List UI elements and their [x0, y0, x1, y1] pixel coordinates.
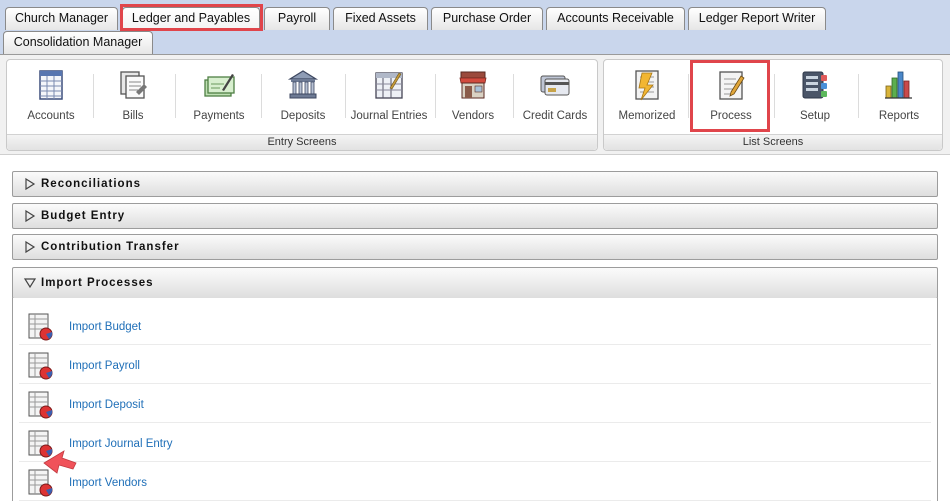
journal-entries-label: Journal Entries: [350, 110, 428, 122]
list-item-import-vendors[interactable]: Import Vendors: [19, 462, 931, 501]
reports-button[interactable]: Reports: [862, 66, 936, 124]
toolbar-divider: [261, 74, 262, 118]
tab-payroll[interactable]: Payroll: [264, 7, 330, 30]
list-item-import-deposit[interactable]: Import Deposit: [19, 384, 931, 423]
section-contribution-transfer[interactable]: Contribution Transfer: [12, 234, 938, 260]
section-import-processes[interactable]: Import Processes: [12, 267, 938, 299]
memorized-button[interactable]: Memorized: [610, 66, 684, 124]
tab-accounts-receivable[interactable]: Accounts Receivable: [546, 7, 685, 30]
section-budget-entry[interactable]: Budget Entry: [12, 203, 938, 229]
tab-fixed-assets[interactable]: Fixed Assets: [333, 7, 428, 30]
payments-label: Payments: [193, 110, 245, 122]
tab-church-manager[interactable]: Church Manager: [5, 7, 118, 30]
toolbar-divider: [93, 74, 94, 118]
import-payroll-link[interactable]: Import Payroll: [69, 360, 140, 372]
process-button[interactable]: Process: [694, 66, 768, 124]
import-file-icon: [28, 352, 53, 380]
toolbar-divider: [688, 74, 689, 118]
collapsed-triangle-icon: [25, 209, 36, 223]
toolbar-divider: [513, 74, 514, 118]
vendors-label: Vendors: [451, 110, 495, 122]
setup-button[interactable]: Setup: [778, 66, 852, 124]
collapsed-triangle-icon: [25, 177, 36, 191]
import-journal-entry-link[interactable]: Import Journal Entry: [69, 438, 173, 450]
storefront-icon: [459, 71, 487, 99]
process-label: Process: [710, 110, 752, 122]
toolbar-divider: [858, 74, 859, 118]
collapsed-triangle-icon: [25, 240, 36, 254]
process-icon: [719, 71, 745, 100]
import-vendors-link[interactable]: Import Vendors: [69, 477, 147, 489]
section-title: Budget Entry: [41, 210, 126, 222]
module-tab-bar: Church Manager Ledger and Payables Payro…: [0, 0, 950, 55]
toolbar-divider: [175, 74, 176, 118]
section-title: Import Processes: [41, 277, 154, 289]
toolbar-divider: [435, 74, 436, 118]
section-title: Contribution Transfer: [41, 241, 180, 253]
accounts-label: Accounts: [27, 110, 75, 122]
tab-ledger-report-writer[interactable]: Ledger Report Writer: [688, 7, 826, 30]
deposits-label: Deposits: [280, 110, 326, 122]
setup-icon: [802, 71, 827, 99]
import-budget-link[interactable]: Import Budget: [69, 321, 141, 333]
import-file-icon: [28, 391, 53, 419]
list-item-import-payroll[interactable]: Import Payroll: [19, 345, 931, 384]
bills-label: Bills: [122, 110, 144, 122]
credit-card-icon: [540, 75, 570, 96]
reports-icon: [885, 71, 912, 99]
import-deposit-link[interactable]: Import Deposit: [69, 399, 144, 411]
import-processes-panel: Import Budget Import Payroll Import Depo…: [12, 298, 938, 501]
credit-cards-button[interactable]: Credit Cards: [517, 66, 593, 124]
list-screens-label: List Screens: [604, 134, 942, 150]
tab-consolidation-manager[interactable]: Consolidation Manager: [3, 31, 153, 54]
bills-button[interactable]: Bills: [97, 66, 169, 124]
deposits-button[interactable]: Deposits: [265, 66, 341, 124]
credit-cards-label: Credit Cards: [522, 110, 588, 122]
accounts-button[interactable]: Accounts: [15, 66, 87, 124]
bills-icon: [120, 71, 147, 99]
expanded-triangle-icon: [23, 278, 37, 289]
entry-screens-group: Accounts Bills Payments Deposits Journal…: [6, 59, 598, 151]
check-pen-icon: [204, 74, 235, 97]
toolbar-divider: [345, 74, 346, 118]
tab-purchase-order[interactable]: Purchase Order: [431, 7, 543, 30]
tab-ledger-and-payables[interactable]: Ledger and Payables: [122, 7, 260, 30]
import-file-icon: [28, 430, 53, 458]
import-file-icon: [28, 469, 53, 497]
list-screens-group: Memorized Process Setup Reports List Scr…: [603, 59, 943, 151]
memorized-icon: [635, 70, 659, 101]
bank-icon: [287, 70, 319, 99]
ledger-grid-icon: [39, 70, 63, 100]
memorized-label: Memorized: [618, 110, 676, 122]
list-item-import-budget[interactable]: Import Budget: [19, 306, 931, 345]
ribbon-toolbar: Accounts Bills Payments Deposits Journal…: [0, 54, 950, 155]
journal-entries-button[interactable]: Journal Entries: [347, 66, 431, 124]
reports-label: Reports: [878, 110, 920, 122]
list-item-import-journal-entry[interactable]: Import Journal Entry: [19, 423, 931, 462]
journal-icon: [375, 72, 403, 99]
section-title: Reconciliations: [41, 178, 141, 190]
import-file-icon: [28, 313, 53, 341]
entry-screens-label: Entry Screens: [7, 134, 597, 150]
setup-label: Setup: [799, 110, 831, 122]
toolbar-divider: [774, 74, 775, 118]
vendors-button[interactable]: Vendors: [437, 66, 509, 124]
payments-button[interactable]: Payments: [179, 66, 259, 124]
section-reconciliations[interactable]: Reconciliations: [12, 171, 938, 197]
